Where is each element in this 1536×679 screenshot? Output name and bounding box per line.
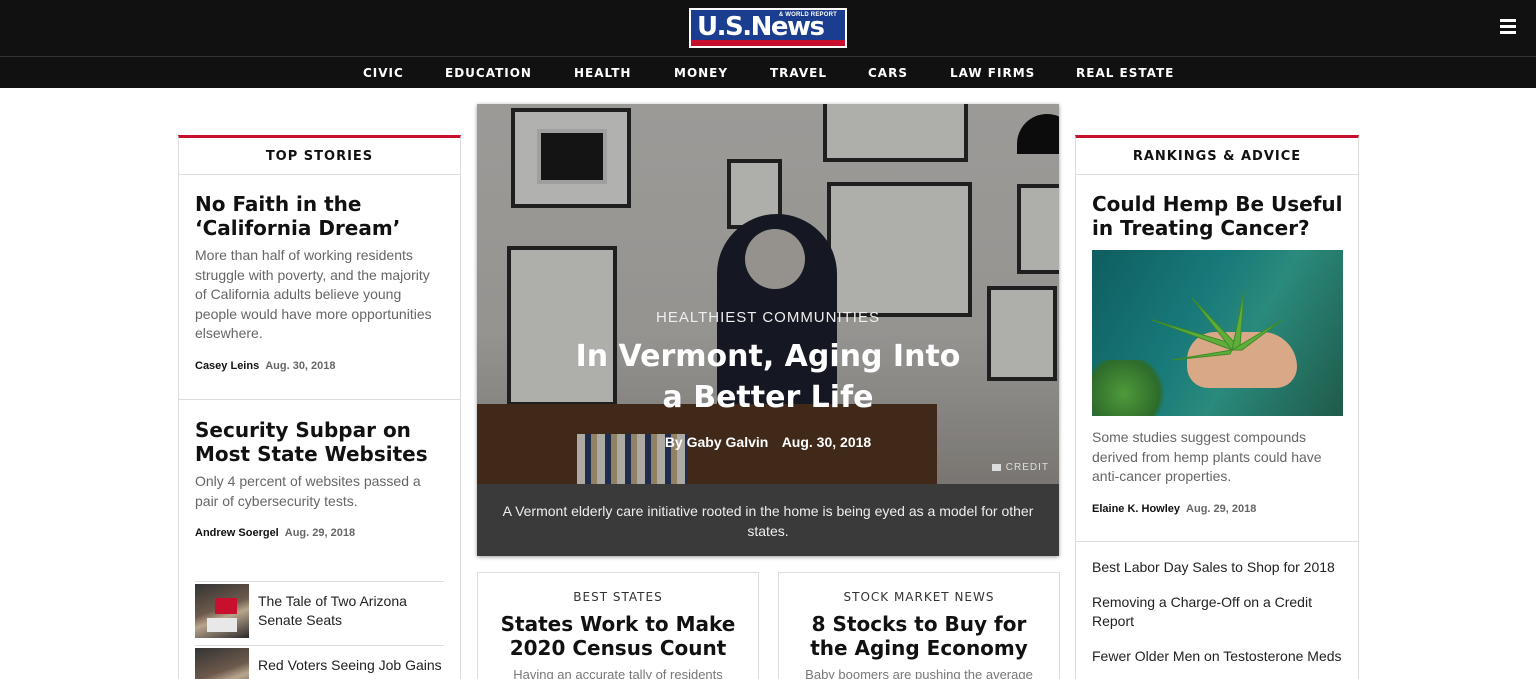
logo-stripe [691, 40, 845, 46]
story-date: Aug. 30, 2018 [265, 359, 336, 372]
card-description: Having an accurate tally of residents [513, 667, 723, 679]
card-stocks[interactable]: STOCK MARKET NEWS 8 Stocks to Buy for th… [778, 572, 1060, 679]
rankings-header: RANKINGS & ADVICE [1076, 138, 1358, 175]
hero-byline: By Gaby Galvin Aug. 30, 2018 [477, 434, 1059, 450]
nav-item-health[interactable]: HEALTH [574, 66, 631, 80]
top-stories-card: TOP STORIES No Faith in the ‘California … [178, 135, 461, 679]
nav-item-cars[interactable]: CARS [868, 66, 908, 80]
card-title[interactable]: 8 Stocks to Buy for the Aging Economy [794, 612, 1044, 660]
hamburger-icon[interactable] [1500, 19, 1516, 35]
mini-story-title[interactable]: Red Voters Seeing Job Gains Under Trump [258, 656, 444, 679]
card-census[interactable]: BEST STATES States Work to Make 2020 Cen… [477, 572, 759, 679]
card-kicker[interactable]: BEST STATES [478, 590, 758, 604]
story-california-dream: No Faith in the ‘California Dream’ More … [195, 192, 445, 372]
advice-link-testosterone[interactable]: Fewer Older Men on Testosterone Meds [1092, 647, 1344, 666]
story-state-websites: Security Subpar on Most State Websites O… [195, 418, 445, 539]
story-author[interactable]: Andrew Soergel [195, 527, 279, 539]
feature-description: Some studies suggest compounds derived f… [1092, 429, 1322, 484]
card-kicker[interactable]: STOCK MARKET NEWS [779, 590, 1059, 604]
story-byline: Andrew Soergel Aug. 29, 2018 [195, 527, 445, 539]
card-title[interactable]: States Work to Make 2020 Census Count [493, 612, 743, 660]
nav-item-travel[interactable]: TRAVEL [770, 66, 827, 80]
feature-date: Aug. 29, 2018 [1186, 502, 1257, 515]
hero-caption: A Vermont elderly care initiative rooted… [502, 503, 1034, 539]
camera-icon [991, 463, 1001, 471]
story-author[interactable]: Casey Leins [195, 360, 259, 372]
nav-item-education[interactable]: EDUCATION [445, 66, 532, 80]
nav-item-civic[interactable]: CIVIC [363, 66, 404, 80]
hero-feature[interactable]: HEALTHIEST COMMUNITIES In Vermont, Aging… [477, 104, 1059, 556]
hero-title[interactable]: In Vermont, Aging Into a Better Life [568, 336, 968, 418]
story-date: Aug. 29, 2018 [284, 527, 356, 539]
feature-author[interactable]: Elaine K. Howley [1092, 503, 1180, 515]
nav-item-money[interactable]: MONEY [674, 66, 728, 80]
feature-byline: Elaine K. Howley Aug. 29, 2018 [1092, 503, 1344, 515]
feature-title[interactable]: Could Hemp Be Useful in Treating Cancer? [1092, 192, 1344, 240]
nav-item-law-firms[interactable]: LAW FIRMS [950, 66, 1035, 80]
story-description: More than half of working residents stru… [195, 247, 432, 341]
feature-hemp: Could Hemp Be Useful in Treating Cancer? [1092, 192, 1344, 240]
hero-kicker[interactable]: HEALTHIEST COMMUNITIES [477, 309, 1059, 326]
mini-story-thumbnail [195, 584, 249, 638]
feature-hemp-body: Some studies suggest compounds derived f… [1092, 428, 1344, 515]
advice-link-labor-day[interactable]: Best Labor Day Sales to Shop for 2018 [1092, 558, 1344, 577]
mini-story-thumbnail [195, 648, 249, 679]
story-title[interactable]: No Faith in the ‘California Dream’ [195, 192, 445, 240]
mini-story-title[interactable]: The Tale of Two Arizona Senate Seats [258, 592, 444, 630]
story-description: Only 4 percent of websites passed a pair… [195, 473, 421, 509]
top-bar: U.S.News & WORLD REPORT [0, 0, 1536, 56]
main-nav: CIVIC EDUCATION HEALTH MONEY TRAVEL CARS… [0, 56, 1536, 88]
logo-subtitle: & WORLD REPORT [778, 12, 837, 18]
mini-story-arizona[interactable]: The Tale of Two Arizona Senate Seats [195, 581, 444, 644]
hero-byline-prefix: By [664, 434, 683, 450]
hero-author[interactable]: Gaby Galvin [687, 434, 769, 450]
credit-label: CREDIT [1005, 462, 1049, 473]
story-byline: Casey Leins Aug. 30, 2018 [195, 360, 445, 372]
mini-story-red-voters[interactable]: Red Voters Seeing Job Gains Under Trump [195, 645, 444, 679]
credit-button[interactable]: CREDIT [991, 462, 1049, 473]
rankings-divider [1076, 541, 1358, 542]
rankings-advice-card: RANKINGS & ADVICE Could Hemp Be Useful i… [1075, 135, 1359, 679]
usnews-logo[interactable]: U.S.News & WORLD REPORT [689, 8, 847, 48]
hemp-image[interactable] [1092, 250, 1343, 416]
top-stories-header: TOP STORIES [179, 138, 460, 175]
card-description: Baby boomers are pushing the average [805, 667, 1033, 679]
nav-item-real-estate[interactable]: REAL ESTATE [1076, 66, 1174, 80]
hero-image [477, 104, 1059, 484]
story-divider [179, 399, 460, 400]
hero-date: Aug. 30, 2018 [781, 434, 872, 450]
advice-link-charge-off[interactable]: Removing a Charge-Off on a Credit Report [1092, 593, 1344, 631]
story-title[interactable]: Security Subpar on Most State Websites [195, 418, 445, 466]
